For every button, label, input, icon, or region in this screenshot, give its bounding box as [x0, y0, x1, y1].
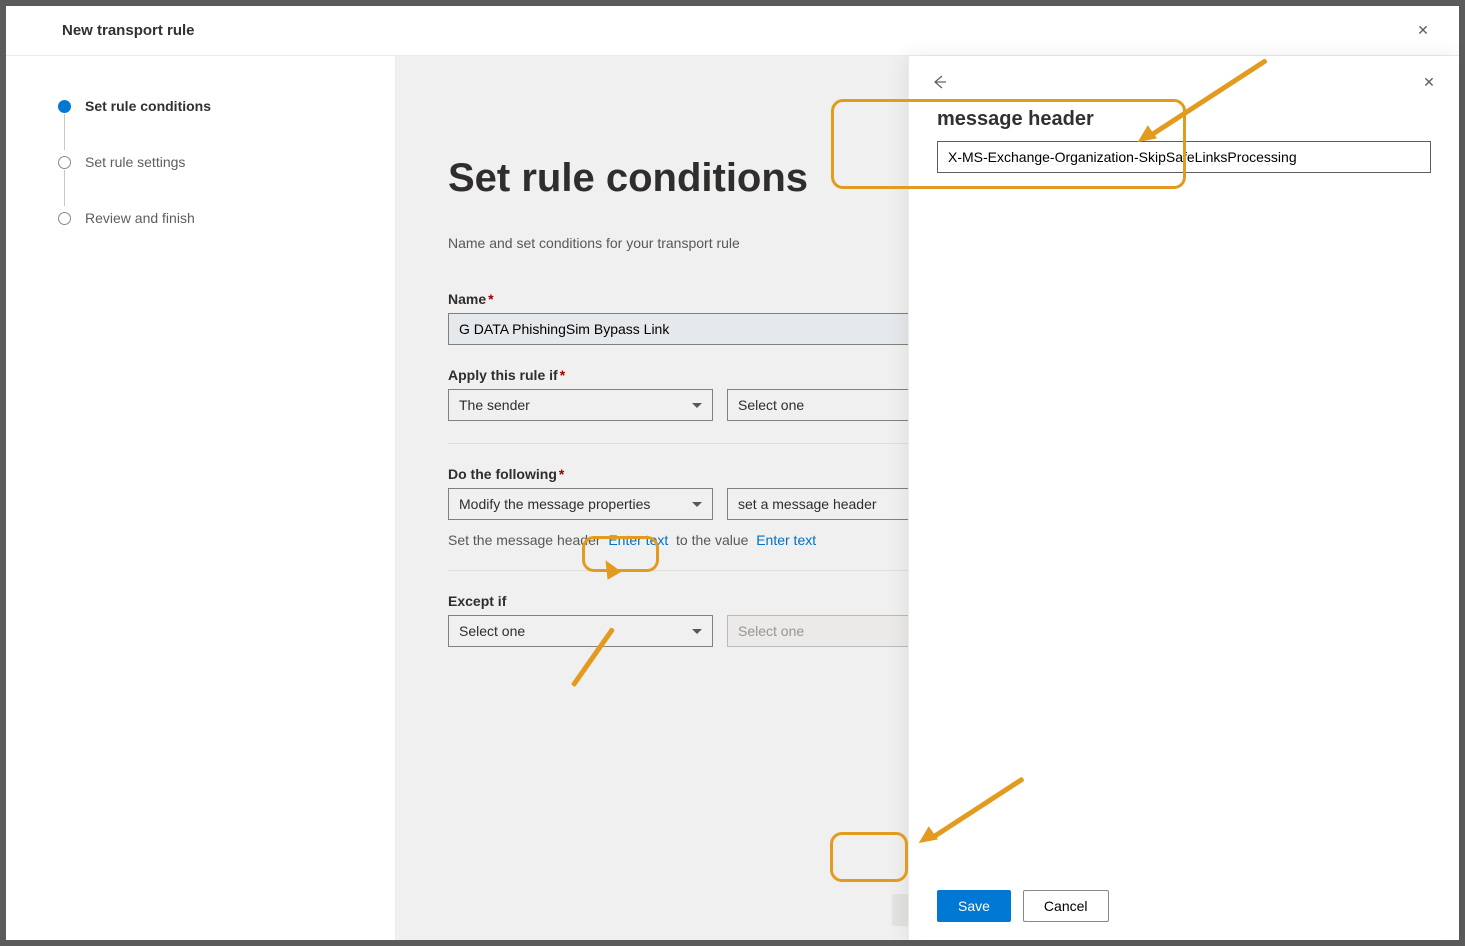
- step-dot-icon: [58, 212, 71, 225]
- save-button[interactable]: Save: [937, 890, 1011, 922]
- flyout-title: message header: [937, 108, 1431, 131]
- message-header-input[interactable]: [937, 141, 1431, 173]
- action-select[interactable]: Modify the message properties: [448, 488, 713, 520]
- apply-condition-select[interactable]: The sender: [448, 389, 713, 421]
- step-label: Review and finish: [85, 210, 195, 226]
- enter-header-value-link[interactable]: Enter text: [756, 532, 816, 548]
- step-label: Set rule settings: [85, 154, 185, 170]
- dialog-title: New transport rule: [62, 22, 195, 39]
- step-review-and-finish[interactable]: Review and finish: [58, 206, 355, 230]
- back-icon[interactable]: [923, 66, 955, 98]
- close-flyout-icon[interactable]: [1413, 66, 1445, 98]
- except-condition-select[interactable]: Select one: [448, 615, 713, 647]
- cancel-button[interactable]: Cancel: [1023, 890, 1109, 922]
- step-set-rule-conditions[interactable]: Set rule conditions: [58, 94, 355, 118]
- step-set-rule-settings[interactable]: Set rule settings: [58, 150, 355, 174]
- step-dot-icon: [58, 100, 71, 113]
- wizard-steps: Set rule conditions Set rule settings Re…: [6, 56, 396, 940]
- enter-header-name-link[interactable]: Enter text: [608, 532, 668, 548]
- message-header-flyout: message header Save Cancel: [908, 56, 1459, 940]
- step-dot-icon: [58, 156, 71, 169]
- close-icon[interactable]: [1407, 15, 1439, 47]
- step-label: Set rule conditions: [85, 98, 211, 114]
